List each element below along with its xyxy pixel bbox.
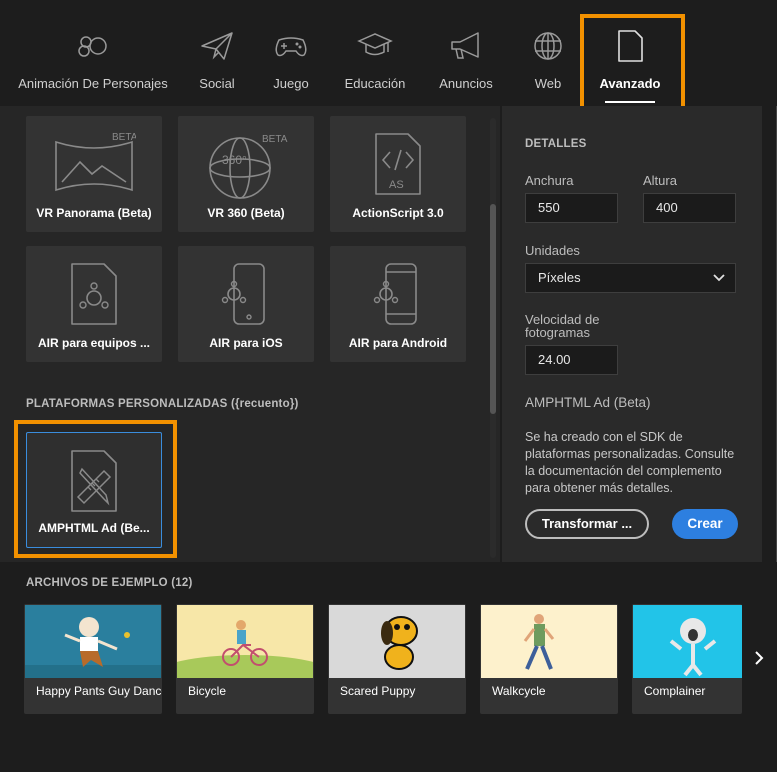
- template-label: ActionScript 3.0: [352, 206, 444, 220]
- tab-advanced[interactable]: Avanzado: [585, 0, 675, 106]
- fps-label: Velocidad de fotogramas: [525, 312, 600, 340]
- width-label: Anchura: [525, 173, 574, 188]
- template-actionscript[interactable]: AS ActionScript 3.0: [330, 116, 466, 232]
- pencil-ruler-file-icon: [71, 450, 117, 512]
- template-label: AMPHTML Ad (Be...: [38, 521, 150, 535]
- transform-button[interactable]: Transformar ...: [525, 509, 649, 539]
- tab-label: Animación De Personajes: [18, 76, 168, 91]
- template-label: VR 360 (Beta): [207, 206, 285, 220]
- air-android-phone-icon: [373, 263, 417, 325]
- bicycle-thumbnail: [177, 605, 313, 678]
- template-air-ios[interactable]: AIR para iOS: [178, 246, 314, 362]
- template-label: AIR para equipos ...: [37, 336, 151, 350]
- create-button[interactable]: Crear: [672, 509, 738, 539]
- walkcycle-thumbnail: [481, 605, 617, 678]
- scared-puppy-thumbnail: [329, 605, 465, 678]
- width-field[interactable]: 550: [525, 193, 618, 223]
- tab-label: Web: [534, 76, 562, 91]
- tab-education[interactable]: Educación: [336, 0, 414, 106]
- document-icon: [618, 30, 643, 62]
- units-selected-value: Píxeles: [538, 270, 581, 285]
- sample-walkcycle[interactable]: Walkcycle: [480, 604, 618, 714]
- tab-label: Social: [199, 76, 235, 91]
- complainer-thumbnail: [633, 605, 742, 678]
- character-animation-icon: [78, 36, 107, 57]
- paper-plane-icon: [201, 32, 233, 60]
- units-label: Unidades: [525, 243, 580, 258]
- sample-label: Walkcycle: [492, 684, 546, 698]
- tab-label: Anuncios: [439, 76, 493, 91]
- template-label: AIR para iOS: [209, 336, 283, 350]
- tab-web[interactable]: Web: [522, 0, 574, 106]
- template-vr-360[interactable]: 360° BETA VR 360 (Beta): [178, 116, 314, 232]
- template-air-android[interactable]: AIR para Android: [330, 246, 466, 362]
- height-label: Altura: [643, 173, 677, 188]
- template-label: AIR para Android: [348, 336, 448, 350]
- sample-complainer[interactable]: Complainer: [632, 604, 742, 714]
- svg-text:BETA: BETA: [262, 134, 288, 145]
- sample-happy-pants[interactable]: Happy Pants Guy Dance: [24, 604, 162, 714]
- sample-scared-puppy[interactable]: Scared Puppy: [328, 604, 466, 714]
- gamepad-icon: [275, 37, 307, 57]
- samples-heading: ARCHIVOS DE EJEMPLO (12): [26, 577, 193, 589]
- scrollbar-thumb[interactable]: [490, 204, 496, 414]
- globe-icon: [534, 32, 562, 60]
- template-scrollbar[interactable]: [490, 118, 496, 558]
- template-description: Se ha creado con el SDK de plataformas p…: [525, 430, 735, 495]
- sample-label: Happy Pants Guy Dance: [36, 684, 162, 698]
- sample-bicycle[interactable]: Bicycle: [176, 604, 314, 714]
- template-amphtml-ad[interactable]: AMPHTML Ad (Be...: [26, 432, 162, 548]
- sample-label: Complainer: [644, 684, 706, 698]
- custom-platforms-heading: PLATAFORMAS PERSONALIZADAS ({recuento}): [26, 398, 299, 410]
- template-air-desktop[interactable]: AIR para equipos ...: [26, 246, 162, 362]
- happy-pants-thumbnail: [25, 605, 161, 678]
- svg-text:360°: 360°: [222, 153, 247, 167]
- category-bar: Animación De Personajes Social Juego Edu…: [0, 0, 777, 106]
- sample-label: Scared Puppy: [340, 684, 416, 698]
- graduation-cap-icon: [357, 33, 393, 56]
- details-heading: DETALLES: [525, 138, 587, 150]
- svg-text:BETA: BETA: [112, 132, 136, 143]
- actionscript-file-icon: AS: [375, 133, 421, 195]
- tab-label: Avanzado: [599, 76, 661, 91]
- template-name: AMPHTML Ad (Beta): [525, 395, 651, 410]
- megaphone-icon: [451, 32, 479, 59]
- tab-social[interactable]: Social: [184, 0, 250, 106]
- units-select[interactable]: Píxeles: [525, 263, 736, 293]
- svg-text:AS: AS: [389, 179, 404, 191]
- chevron-down-icon: [713, 274, 725, 282]
- chevron-right-icon[interactable]: [752, 648, 766, 668]
- tab-label: Educación: [344, 76, 406, 91]
- tab-character-animation[interactable]: Animación De Personajes: [14, 0, 172, 106]
- template-vr-panorama[interactable]: BETA VR Panorama (Beta): [26, 116, 162, 232]
- fps-field[interactable]: 24.00: [525, 345, 618, 375]
- vr-panorama-icon: BETA: [55, 132, 136, 192]
- tab-game[interactable]: Juego: [260, 0, 322, 106]
- air-desktop-file-icon: [71, 263, 117, 325]
- vr-360-icon: 360° BETA: [209, 134, 288, 199]
- height-field[interactable]: 400: [643, 193, 736, 223]
- template-label: VR Panorama (Beta): [36, 206, 152, 220]
- tab-label: Juego: [273, 76, 309, 91]
- active-tab-indicator: [605, 101, 655, 103]
- sample-label: Bicycle: [188, 684, 227, 698]
- air-ios-phone-icon: [221, 263, 265, 325]
- tab-ads[interactable]: Anuncios: [432, 0, 500, 106]
